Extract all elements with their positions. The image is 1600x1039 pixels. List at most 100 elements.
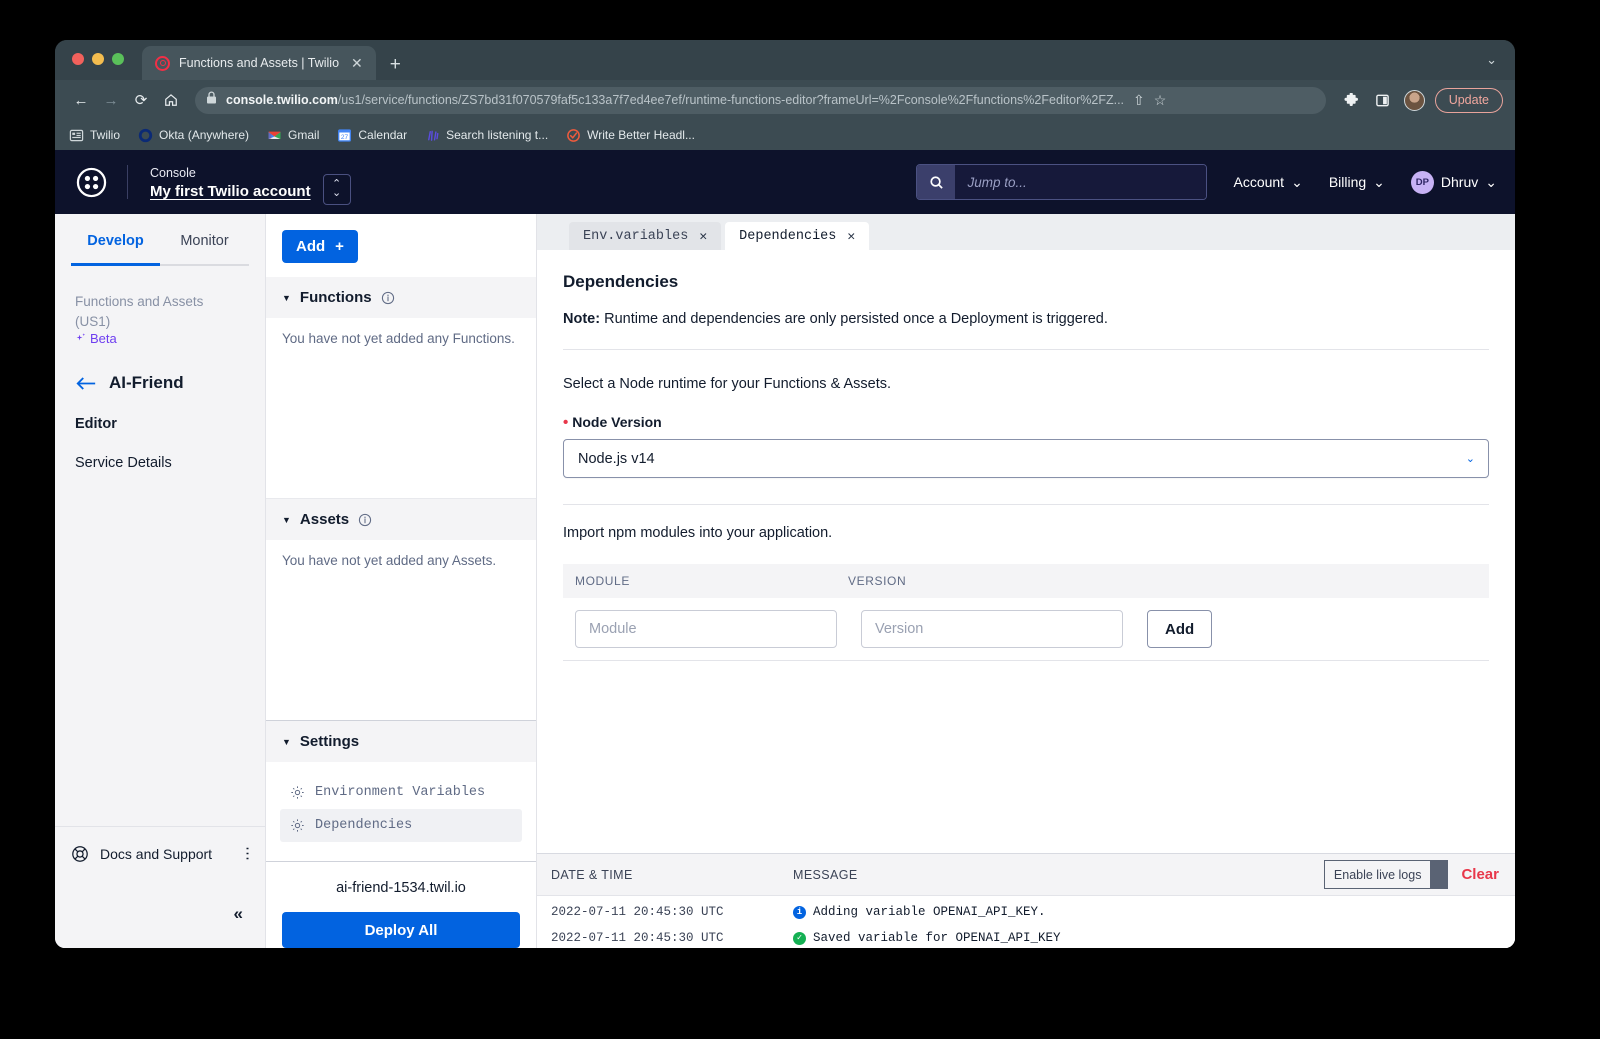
caret-down-icon[interactable]: ▼ bbox=[282, 737, 291, 747]
svg-text:27: 27 bbox=[341, 133, 349, 140]
back-icon[interactable]: ← bbox=[67, 86, 95, 114]
sidebar-item-service-details[interactable]: Service Details bbox=[75, 455, 247, 471]
close-icon[interactable]: ✕ bbox=[847, 229, 855, 244]
minimize-window-button[interactable] bbox=[92, 53, 104, 65]
editor-tab-env-variables[interactable]: Env.variables ✕ bbox=[569, 222, 722, 250]
settings-item-environment-variables[interactable]: Environment Variables bbox=[280, 776, 522, 809]
dependencies-table-header: MODULE VERSION bbox=[563, 564, 1489, 598]
bookmark-item-twilio[interactable]: Twilio bbox=[69, 128, 120, 143]
chevron-down-icon[interactable]: ⌄ bbox=[1466, 452, 1475, 465]
info-icon[interactable] bbox=[381, 291, 395, 305]
console-top-nav: Console My first Twilio account ⌃⌄ Accou… bbox=[55, 150, 1515, 214]
assets-section-header[interactable]: ▼ Assets bbox=[266, 499, 536, 540]
window-traffic-lights bbox=[72, 53, 124, 65]
docs-and-support[interactable]: Docs and Support ⋯ bbox=[55, 826, 265, 880]
sidebar-item-editor[interactable]: Editor bbox=[75, 416, 247, 432]
bookmark-item-gmail[interactable]: Gmail bbox=[267, 128, 319, 143]
info-icon[interactable] bbox=[358, 513, 372, 527]
logs-panel: DATE & TIME MESSAGE Enable live logs Cle… bbox=[537, 853, 1515, 948]
collapse-sidebar-button[interactable]: « bbox=[55, 880, 265, 948]
bookmark-label: Twilio bbox=[90, 128, 121, 142]
settings-item-dependencies[interactable]: Dependencies bbox=[280, 809, 522, 842]
profile-avatar[interactable] bbox=[1403, 89, 1425, 111]
lifebuoy-icon bbox=[72, 845, 88, 862]
settings-section-header[interactable]: ▼ Settings bbox=[266, 721, 536, 762]
settings-item-label: Environment Variables bbox=[315, 785, 486, 800]
jump-to-search[interactable] bbox=[916, 164, 1208, 200]
account-switcher[interactable]: Console My first Twilio account ⌃ ⌄ bbox=[128, 160, 351, 205]
twilio-bookmark-icon bbox=[69, 129, 84, 141]
close-window-button[interactable] bbox=[72, 53, 84, 65]
extensions-puzzle-icon[interactable] bbox=[1339, 87, 1365, 113]
nav-account-menu[interactable]: Account ⌄ bbox=[1233, 174, 1302, 191]
avatar: DP bbox=[1410, 170, 1434, 194]
clear-logs-button[interactable]: Clear bbox=[1461, 866, 1499, 883]
log-message: i Adding variable OPENAI_API_KEY. bbox=[793, 905, 1046, 919]
twilio-grid-logo-icon[interactable] bbox=[55, 167, 127, 198]
note-body: Runtime and dependencies are only persis… bbox=[600, 311, 1108, 327]
sidebar-tab-monitor[interactable]: Monitor bbox=[160, 214, 249, 266]
gear-icon bbox=[291, 786, 304, 799]
share-icon[interactable]: ⇧ bbox=[1133, 92, 1145, 109]
enable-live-logs-toggle[interactable]: Enable live logs bbox=[1323, 860, 1449, 889]
up-down-chevron-icon[interactable]: ⌃ ⌄ bbox=[322, 173, 351, 205]
chevron-down-icon[interactable]: ⌄ bbox=[1486, 52, 1497, 68]
bookmark-item-calendar[interactable]: 27 Calendar bbox=[337, 128, 407, 143]
log-message-text: Saved variable for OPENAI_API_KEY bbox=[813, 931, 1061, 945]
nav-billing-menu[interactable]: Billing ⌄ bbox=[1329, 174, 1385, 191]
log-datetime: 2022-07-11 20:45:30 UTC bbox=[551, 905, 724, 919]
search-listening-icon bbox=[428, 130, 439, 141]
add-button[interactable]: Add + bbox=[282, 230, 358, 263]
user-menu[interactable]: DP Dhruv ⌄ bbox=[1410, 170, 1497, 194]
note-prefix: Note: bbox=[563, 311, 601, 327]
reload-icon[interactable]: ⟳ bbox=[127, 86, 155, 114]
close-icon[interactable]: ✕ bbox=[699, 229, 707, 244]
bookmark-item-okta[interactable]: Okta (Anywhere) bbox=[138, 128, 249, 143]
new-tab-button[interactable]: + bbox=[390, 55, 401, 74]
bookmark-label: Search listening t... bbox=[446, 128, 549, 142]
deploy-all-button[interactable]: Deploy All bbox=[282, 912, 520, 948]
close-icon[interactable]: ✕ bbox=[348, 54, 366, 72]
settings-title: Settings bbox=[299, 733, 360, 750]
side-panel-icon[interactable] bbox=[1370, 87, 1396, 113]
column-header-date-time: DATE & TIME bbox=[551, 867, 633, 882]
forward-icon[interactable]: → bbox=[97, 86, 125, 114]
bookmark-label: Calendar bbox=[358, 128, 408, 142]
log-row: 2022-07-11 20:45:30 UTC i Adding variabl… bbox=[537, 902, 1515, 922]
toggle-knob[interactable] bbox=[1430, 861, 1448, 888]
browser-tab[interactable]: Functions and Assets | Twilio ✕ bbox=[142, 46, 376, 80]
gear-icon bbox=[291, 819, 304, 832]
search-input[interactable] bbox=[955, 165, 1207, 199]
account-name[interactable]: My first Twilio account bbox=[150, 183, 311, 200]
caret-down-icon[interactable]: ▼ bbox=[282, 515, 291, 525]
service-domain[interactable]: ai-friend-1534.twil.io bbox=[282, 880, 520, 896]
dependencies-add-row: Add bbox=[563, 598, 1489, 660]
kebab-menu-icon[interactable]: ⋯ bbox=[239, 846, 256, 861]
left-sidebar: Develop Monitor Functions and Assets (US… bbox=[55, 214, 266, 948]
module-input[interactable] bbox=[575, 610, 837, 648]
bookmark-item-search-listening[interactable]: Search listening t... bbox=[425, 128, 548, 143]
sidebar-tab-develop[interactable]: Develop bbox=[71, 214, 160, 266]
beta-label: Beta bbox=[90, 331, 117, 347]
runtime-help-text: Select a Node runtime for your Functions… bbox=[563, 376, 892, 392]
log-message-text: Adding variable OPENAI_API_KEY. bbox=[813, 905, 1046, 919]
caret-down-icon[interactable]: ▼ bbox=[282, 293, 291, 303]
version-input[interactable] bbox=[861, 610, 1123, 648]
functions-section-header[interactable]: ▼ Functions bbox=[266, 277, 536, 318]
maximize-window-button[interactable] bbox=[112, 53, 124, 65]
browser-window: Functions and Assets | Twilio ✕ + ⌄ ← → … bbox=[55, 40, 1515, 948]
editor-tab-dependencies[interactable]: Dependencies ✕ bbox=[725, 222, 870, 250]
url-domain: console.twilio.com bbox=[226, 93, 338, 107]
bookmark-item-write-better[interactable]: Write Better Headl... bbox=[566, 128, 695, 143]
settings-item-label: Dependencies bbox=[315, 818, 413, 833]
home-icon[interactable] bbox=[157, 86, 185, 114]
log-row: 2022-07-11 20:45:30 UTC ✓ Saved variable… bbox=[537, 928, 1515, 948]
required-marker: • bbox=[563, 414, 569, 431]
address-bar[interactable]: console.twilio.com/us1/service/functions… bbox=[195, 86, 1326, 114]
node-version-select[interactable]: Node.js v14 bbox=[563, 439, 1489, 478]
add-dependency-button[interactable]: Add bbox=[1147, 610, 1213, 648]
sidebar-back-to-service[interactable]: AI-Friend bbox=[75, 373, 247, 393]
bookmark-label: Gmail bbox=[288, 128, 320, 142]
update-button[interactable]: Update bbox=[1434, 87, 1503, 113]
bookmark-star-icon[interactable]: ☆ bbox=[1154, 92, 1167, 109]
